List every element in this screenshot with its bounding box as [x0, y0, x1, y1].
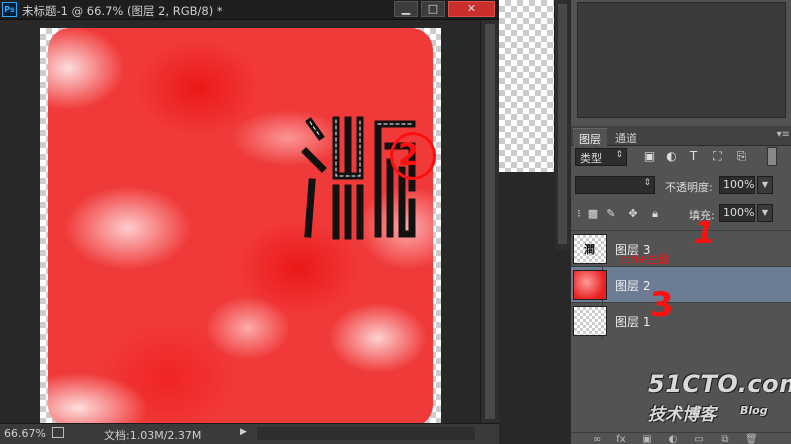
maximize-button[interactable]: □	[421, 1, 445, 17]
image-filter-icon[interactable]: ▣	[643, 150, 656, 163]
seal-thumbnail-icon: 澗	[584, 243, 595, 256]
photoshop-app-icon: Ps	[2, 2, 17, 17]
layer-row-2[interactable]: 👁︎ 图层 2	[571, 266, 791, 303]
mask-icon[interactable]: ▣	[641, 434, 653, 444]
second-document-background	[499, 172, 555, 422]
chevron-down-icon: ⇕	[643, 178, 651, 188]
tab-layers[interactable]: 图层	[573, 128, 607, 146]
watermark-main: 51CTO.com	[648, 370, 791, 398]
lock-pixels-icon[interactable]: ▩	[587, 208, 599, 220]
layer-name: 图层 2	[615, 279, 651, 293]
watermark-blog: Blog	[740, 404, 768, 417]
close-button[interactable]: ✕	[448, 1, 495, 17]
canvas[interactable]	[40, 28, 441, 435]
lock-icon[interactable]: 🔒︎	[649, 208, 661, 220]
filter-toggle[interactable]	[767, 147, 777, 166]
layer-thumbnail: 澗	[573, 234, 607, 264]
panel-tabs: 图层 通道 ▾≡	[571, 126, 791, 146]
blend-mode-select[interactable]: ⇕	[575, 176, 655, 194]
adjustment-filter-icon[interactable]: ◐	[665, 150, 678, 163]
annotation-3: 3	[650, 285, 674, 325]
opacity-input[interactable]: 100%	[719, 176, 755, 194]
second-document-scrollbar[interactable]	[555, 0, 570, 250]
chevron-down-icon: ⇕	[615, 150, 623, 160]
annotation-1: 1	[694, 216, 715, 251]
layers-panel-footer: ∞ fx ▣ ◐ ▭ ⧉ 🗑︎	[571, 432, 791, 444]
annotation-ctrl-click: ctrl+左键	[620, 253, 670, 266]
opacity-label: 不透明度:	[665, 181, 713, 194]
link-icon[interactable]: ∞	[591, 434, 603, 444]
lock-transparent-icon[interactable]: ⁝	[573, 208, 585, 220]
move-icon[interactable]: ✥	[627, 208, 639, 220]
panel-content-area	[577, 2, 786, 118]
fill-input[interactable]: 100%	[719, 204, 755, 222]
document-title: 未标题-1 @ 66.7% (图层 2, RGB/8) *	[22, 4, 223, 18]
minimize-button[interactable]: ▁	[394, 1, 418, 17]
adjustment-icon[interactable]: ◐	[667, 434, 679, 444]
layer-row-3[interactable]: 澗 图层 3	[571, 230, 791, 266]
photoshop-window: { "document": { "title": "未标题-1 @ 66.7% …	[0, 0, 791, 444]
status-menu-arrow-icon[interactable]: ▶	[240, 427, 247, 437]
watermark-sub: 技术博客	[648, 405, 716, 425]
zoom-level[interactable]: 66.67%	[4, 427, 46, 440]
smart-object-filter-icon[interactable]: ⎘	[735, 150, 748, 163]
document-viewport[interactable]	[0, 20, 480, 435]
shape-filter-icon[interactable]: ⛶	[711, 150, 724, 163]
brush-icon[interactable]: ✎	[605, 208, 617, 220]
trash-icon[interactable]: 🗑︎	[745, 434, 758, 444]
scrollbar-thumb[interactable]	[485, 24, 495, 419]
status-bar: 66.67% 文档:1.03M/2.37M ▶	[0, 423, 499, 444]
document-titlebar: Ps 未标题-1 @ 66.7% (图层 2, RGB/8) * ▁ □ ✕	[0, 0, 499, 20]
filter-select-value: 类型	[580, 152, 602, 165]
layer-name: 图层 1	[615, 315, 651, 329]
layer-thumbnail	[573, 270, 607, 300]
panel-menu-icon[interactable]: ▾≡	[777, 129, 790, 140]
document-vertical-scrollbar[interactable]	[480, 20, 499, 423]
fx-icon[interactable]: fx	[615, 434, 627, 444]
opacity-dropdown-button[interactable]: ▼	[757, 176, 773, 194]
layer-row-1[interactable]: 👁︎ 图层 1	[571, 302, 791, 339]
tab-channels[interactable]: 通道	[609, 128, 643, 146]
document-horizontal-scrollbar[interactable]	[257, 427, 475, 440]
folder-icon[interactable]: ▭	[693, 434, 705, 444]
watermark: 51CTO.com 技术博客 Blog	[648, 370, 791, 425]
type-filter-icon[interactable]: T	[687, 150, 700, 163]
layer-thumbnail	[573, 306, 607, 336]
top-panel	[570, 0, 791, 122]
scrollbar-thumb[interactable]	[558, 4, 567, 244]
layer-filter-select[interactable]: 类型 ⇕	[575, 148, 627, 166]
second-document-canvas	[499, 0, 555, 172]
fill-dropdown-button[interactable]: ▼	[757, 204, 773, 222]
export-icon[interactable]	[52, 427, 64, 438]
new-layer-icon[interactable]: ⧉	[719, 434, 731, 444]
document-size: 文档:1.03M/2.37M	[104, 429, 202, 442]
annotation-2: 2	[398, 138, 419, 173]
